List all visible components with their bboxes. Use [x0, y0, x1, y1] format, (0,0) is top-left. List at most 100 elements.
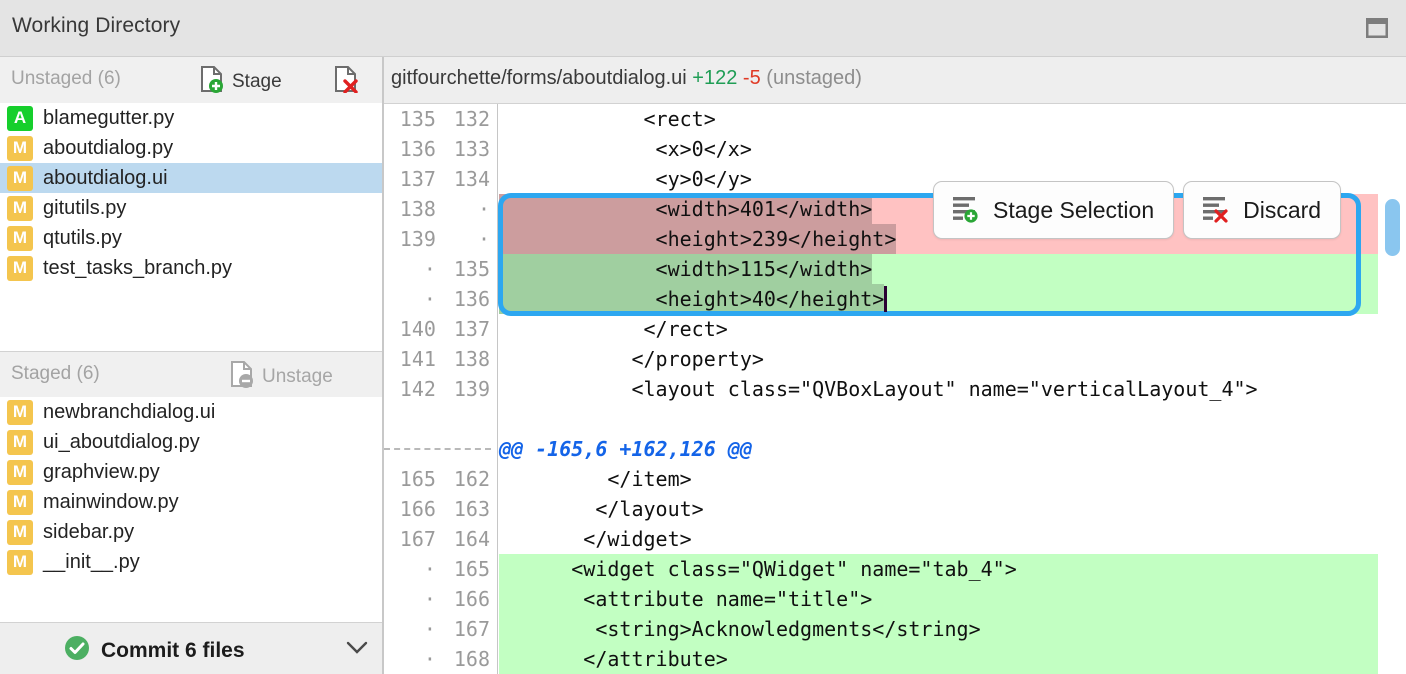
- file-list-item[interactable]: Mgitutils.py: [0, 193, 382, 223]
- old-line-number: 139: [399, 227, 436, 251]
- unstage-button[interactable]: Unstage: [229, 360, 333, 393]
- gutter-row: 140 137: [384, 314, 497, 344]
- diff-line[interactable]: <x>0</x>: [499, 134, 1406, 164]
- diff-panel: gitfourchette/forms/aboutdialog.ui +122 …: [384, 57, 1406, 674]
- diff-header: gitfourchette/forms/aboutdialog.ui +122 …: [384, 57, 1406, 104]
- gutter-row: 138 ·: [384, 194, 497, 224]
- diff-line[interactable]: <widget class="QWidget" name="tab_4">: [499, 554, 1406, 584]
- diff-line-text: </rect>: [499, 317, 728, 341]
- new-line-number: 132: [453, 107, 490, 131]
- diff-line[interactable]: <layout class="QVBoxLayout" name="vertic…: [499, 374, 1406, 434]
- window-restore-icon[interactable]: [1365, 17, 1389, 39]
- old-line-number: ·: [423, 587, 436, 611]
- file-name: gitutils.py: [43, 196, 127, 219]
- new-line-number: 133: [453, 137, 490, 161]
- diff-line-text: @@ -165,6 +162,126 @@: [499, 437, 752, 461]
- diff-deletions: -5: [742, 67, 761, 89]
- file-name: aboutdialog.ui: [43, 166, 168, 189]
- discard-button[interactable]: [333, 65, 359, 98]
- gutter-row: 137 134: [384, 164, 497, 194]
- old-line-number: 137: [399, 167, 436, 191]
- diff-action-toolbar: Stage Selection Discard: [933, 181, 1342, 239]
- file-status-badge: M: [7, 459, 33, 485]
- new-line-number: 165: [453, 557, 490, 581]
- new-line-number: 163: [453, 497, 490, 521]
- diff-line[interactable]: <attribute name="title">: [499, 584, 1406, 614]
- file-list-item[interactable]: Mnewbranchdialog.ui: [0, 397, 382, 427]
- diff-line-text: <string>Acknowledgments</string>: [499, 617, 981, 641]
- diff-line[interactable]: </rect>: [499, 314, 1406, 344]
- file-list-item[interactable]: Maboutdialog.py: [0, 133, 382, 163]
- file-list-item[interactable]: Maboutdialog.ui: [0, 163, 382, 193]
- title-bar: Working Directory: [0, 0, 1406, 57]
- file-list-item[interactable]: Ablamegutter.py: [0, 103, 382, 133]
- new-line-number: 136: [453, 287, 490, 311]
- old-line-number: 136: [399, 137, 436, 161]
- old-line-number: 141: [399, 347, 436, 371]
- diff-line[interactable]: </item>: [499, 464, 1406, 494]
- file-name: graphview.py: [43, 460, 160, 483]
- staged-file-list[interactable]: Mnewbranchdialog.ui Mui_aboutdialog.py Mgr…: [0, 397, 382, 640]
- discard-selection-button[interactable]: Discard: [1183, 181, 1342, 239]
- file-status-badge: M: [7, 399, 33, 425]
- file-list-item[interactable]: Mqtutils.py: [0, 223, 382, 253]
- file-list-item[interactable]: Mtest_tasks_branch.py: [0, 253, 382, 283]
- stage-selection-button[interactable]: Stage Selection: [933, 181, 1175, 239]
- diff-scrollbar[interactable]: [1378, 104, 1406, 674]
- stage-button[interactable]: Stage: [199, 65, 282, 98]
- lines-add-icon: [950, 193, 980, 228]
- gutter-row: 139 ·: [384, 224, 497, 254]
- file-discard-icon: [333, 65, 359, 98]
- file-list-item[interactable]: M __init__.py: [0, 547, 382, 577]
- diff-line[interactable]: </widget>: [499, 524, 1406, 554]
- diff-line[interactable]: <height>40</height>: [499, 284, 1406, 314]
- unstaged-file-list[interactable]: Ablamegutter.py Maboutdialog.py Maboutdial…: [0, 103, 382, 351]
- file-list-item[interactable]: Msidebar.py: [0, 517, 382, 547]
- diff-line[interactable]: @@ -165,6 +162,126 @@: [499, 434, 1406, 464]
- file-remove-icon: [229, 360, 255, 393]
- diff-line-text: <height>40</height>: [499, 287, 885, 311]
- diff-additions: +122: [692, 67, 738, 89]
- old-line-number: 165: [399, 467, 436, 491]
- file-status-badge: M: [7, 135, 33, 161]
- diff-line-text: <attribute name="title">: [499, 587, 873, 611]
- check-circle-icon: [64, 635, 90, 666]
- file-list-item[interactable]: Mgraphview.py: [0, 457, 382, 487]
- gutter-row: 142 139: [384, 374, 497, 434]
- new-line-number: 134: [453, 167, 490, 191]
- gutter-row: · 167: [384, 614, 497, 644]
- staged-section-header: Staged (6) Unstage: [0, 351, 382, 397]
- old-line-number: ·: [423, 647, 436, 671]
- file-status-badge: M: [7, 195, 33, 221]
- old-line-number: ·: [423, 617, 436, 641]
- file-status-badge: M: [7, 549, 33, 575]
- old-line-number: ·: [423, 257, 436, 281]
- new-line-number: 164: [453, 527, 490, 551]
- diff-line[interactable]: <rect>: [499, 104, 1406, 134]
- diff-line[interactable]: </property>: [499, 344, 1406, 374]
- diff-line-text: </item>: [499, 467, 692, 491]
- unstaged-title: Unstaged (6): [11, 68, 121, 89]
- file-name: test_tasks_branch.py: [43, 256, 232, 279]
- file-name: ui_aboutdialog.py: [43, 430, 200, 453]
- file-list-item[interactable]: Mui_aboutdialog.py: [0, 427, 382, 457]
- diff-scrollbar-thumb[interactable]: [1385, 199, 1400, 256]
- lines-discard-icon: [1200, 193, 1230, 228]
- file-status-badge: M: [7, 255, 33, 281]
- working-directory-panel: Unstaged (6) Stage A blamegutter.py M ab…: [0, 57, 383, 674]
- diff-line[interactable]: <width>115</width>: [499, 254, 1406, 284]
- file-list-item[interactable]: Mmainwindow.py: [0, 487, 382, 517]
- old-line-number: 167: [399, 527, 436, 551]
- diff-line[interactable]: <string>Acknowledgments</string>: [499, 614, 1406, 644]
- diff-line[interactable]: </layout>: [499, 494, 1406, 524]
- commit-button[interactable]: Commit 6 files: [0, 622, 382, 674]
- unstage-button-label: Unstage: [262, 365, 333, 387]
- diff-line[interactable]: </attribute>: [499, 644, 1406, 674]
- stage-button-label: Stage: [232, 70, 282, 92]
- chevron-down-icon[interactable]: [346, 641, 368, 655]
- diff-body[interactable]: 135 132 136 133 137 134 138 · 139 · · 135 · 136 140 137…: [384, 104, 1406, 674]
- old-line-number: ·: [423, 557, 436, 581]
- new-line-number: 139: [453, 377, 490, 401]
- commit-button-label: Commit 6 files: [101, 638, 245, 662]
- new-line-number: 138: [453, 347, 490, 371]
